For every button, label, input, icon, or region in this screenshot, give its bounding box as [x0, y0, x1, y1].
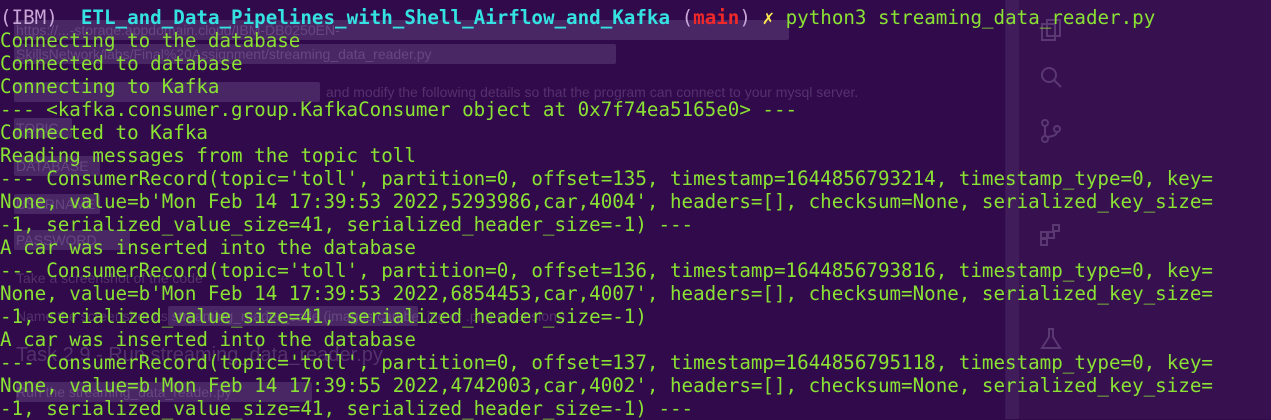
output-line: Reading messages from the topic toll — [0, 144, 416, 167]
output-line: --- ConsumerRecord(topic='toll', partiti… — [0, 259, 1213, 282]
output-line: --- ConsumerRecord(topic='toll', partiti… — [0, 351, 1213, 374]
prompt-env: (IBM) — [0, 6, 58, 29]
output-line: A car was inserted into the database — [0, 328, 416, 351]
prompt-branch: main — [693, 6, 740, 29]
output-line: None, value=b'Mon Feb 14 17:39:55 2022,4… — [0, 374, 1213, 397]
prompt-line: (IBM) ETL_and_Data_Pipelines_with_Shell_… — [0, 6, 1271, 29]
output-line: -1, serialized_value_size=41, serialized… — [0, 305, 647, 328]
terminal[interactable]: (IBM) ETL_and_Data_Pipelines_with_Shell_… — [0, 6, 1271, 420]
prompt-paren-open: ( — [681, 6, 694, 29]
prompt-command: python3 streaming_data_reader.py — [785, 6, 1156, 29]
output-line: None, value=b'Mon Feb 14 17:39:53 2022,6… — [0, 282, 1213, 305]
output-line: A car was inserted into the database — [0, 236, 416, 259]
output-line: -1, serialized_value_size=41, serialized… — [0, 397, 694, 420]
output-line: --- <kafka.consumer.group.KafkaConsumer … — [0, 98, 798, 121]
prompt-repo: ETL_and_Data_Pipelines_with_Shell_Airflo… — [80, 6, 671, 29]
output-line: --- ConsumerRecord(topic='toll', partiti… — [0, 167, 1213, 190]
prompt-dirty-icon: ✗ — [762, 6, 775, 29]
prompt-paren-close: ) — [739, 6, 751, 29]
output-line: Connecting to Kafka — [0, 75, 220, 98]
output-line: Connected to database — [0, 52, 243, 75]
output-line: -1, serialized_value_size=41, serialized… — [0, 213, 694, 236]
output-line: Connecting to the database — [0, 29, 301, 52]
output-line: Connected to Kafka — [0, 121, 208, 144]
output-line: None, value=b'Mon Feb 14 17:39:53 2022,5… — [0, 190, 1213, 213]
